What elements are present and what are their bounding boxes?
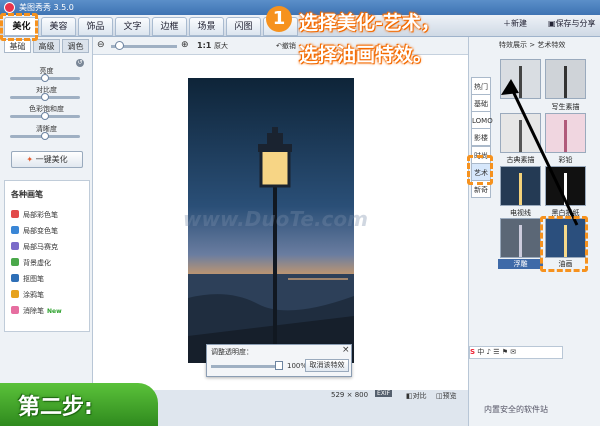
brush-label: 抠图笔: [23, 275, 44, 283]
app-logo-icon: [4, 2, 15, 13]
category-hot[interactable]: 热门: [471, 77, 491, 95]
sharpness-slider[interactable]: [10, 132, 80, 140]
new-button[interactable]: ＋新建: [503, 18, 527, 29]
blur-icon: [11, 258, 19, 266]
effect-label-emboss: 浮雕: [498, 259, 543, 269]
recolor-pen-icon: [11, 226, 19, 234]
brush-title: 各种画笔: [11, 190, 43, 199]
highlight-beautify-tab: [0, 13, 38, 41]
new-label: 新建: [511, 19, 527, 28]
brush-cutout[interactable]: 抠图笔: [11, 274, 44, 284]
original-size-label[interactable]: 原大: [214, 41, 228, 51]
brush-label: 局部变色笔: [23, 227, 58, 235]
window-title: 美图秀秀 3.5.0: [19, 3, 74, 12]
callout-line-1: 选择美化-艺术，: [299, 12, 440, 34]
exif-badge[interactable]: EXIF: [375, 390, 393, 397]
save-icon: ▣: [548, 19, 556, 28]
image-size: 529 × 800: [331, 391, 368, 399]
category-lomo[interactable]: LOMO: [471, 111, 493, 129]
eraser-icon: [11, 306, 19, 314]
tab-frame[interactable]: 边框: [152, 17, 187, 36]
step-number-badge: 1: [266, 6, 292, 32]
category-basic[interactable]: 基础: [471, 94, 491, 112]
tray-s-icon: S: [470, 348, 476, 356]
tab-beauty[interactable]: 美容: [41, 17, 76, 36]
brush-label: 涂鸦笔: [23, 291, 44, 299]
brush-eraser[interactable]: 消除笔 New: [11, 306, 62, 316]
doodle-pen-icon: [11, 290, 19, 298]
opacity-slider[interactable]: [211, 365, 281, 368]
brush-label: 局部马赛克: [23, 243, 58, 251]
preview-button[interactable]: ◫预览: [436, 391, 457, 401]
brush-label: 消除笔: [23, 307, 44, 315]
color-pen-icon: [11, 210, 19, 218]
save-share-label: 保存与分享: [555, 19, 596, 28]
mosaic-icon: [11, 242, 19, 250]
tab-flash[interactable]: 闪图: [226, 17, 261, 36]
zoom-in-icon[interactable]: ⊕: [181, 40, 189, 50]
left-panel: 基础 高级 调色 ↺ 亮度 对比度 色彩饱和度 清晰度 ✦ 一键美化 各种画笔 …: [0, 37, 93, 426]
watermark-site: 内置安全的软件站: [484, 405, 548, 414]
magic-icon: ✦: [26, 155, 34, 164]
preview-label: 预览: [442, 392, 457, 400]
cutout-icon: [11, 274, 19, 282]
brightness-slider[interactable]: [10, 74, 80, 82]
subtab-advanced[interactable]: 高级: [33, 39, 60, 53]
step-label: 第二步:: [18, 395, 93, 420]
subtab-basic[interactable]: 基础: [4, 39, 31, 53]
brush-color-pen[interactable]: 局部彩色笔: [11, 210, 58, 220]
preview-icon: ◫: [436, 392, 443, 400]
one-key-beautify-button[interactable]: ✦ 一键美化: [11, 151, 83, 168]
new-badge: New: [47, 308, 62, 315]
brush-recolor-pen[interactable]: 局部变色笔: [11, 226, 58, 236]
slider-knob[interactable]: [41, 93, 49, 101]
actual-size-ratio[interactable]: 1:1: [197, 41, 211, 50]
saturation-slider[interactable]: [10, 112, 80, 120]
size-separator: ×: [346, 391, 353, 399]
category-studio[interactable]: 影楼: [471, 128, 491, 146]
opacity-slider-knob[interactable]: [275, 361, 283, 370]
tab-accessory[interactable]: 饰品: [78, 17, 113, 36]
watermark: www.DuoTe.com: [183, 207, 368, 231]
brush-label: 背景虚化: [23, 259, 51, 267]
compare-button[interactable]: ◧对比: [406, 391, 427, 401]
tab-text[interactable]: 文字: [115, 17, 150, 36]
zoom-slider-knob[interactable]: [115, 41, 124, 50]
save-share-button[interactable]: ▣保存与分享: [548, 18, 596, 29]
cancel-effect-button[interactable]: 取消该特效: [305, 359, 349, 372]
opacity-dialog-title: 调整透明度：: [211, 348, 253, 356]
opacity-dialog: 调整透明度： × 100% 取消该特效: [206, 344, 352, 377]
undo-button[interactable]: ↶撤销: [276, 41, 296, 51]
arrow-to-oil-icon: [501, 79, 579, 226]
image-width: 529: [331, 391, 345, 399]
effects-breadcrumb: 特效展示 > 艺术特效: [499, 41, 566, 49]
tab-scene[interactable]: 场景: [189, 17, 224, 36]
slider-knob[interactable]: [41, 74, 49, 82]
compare-label: 对比: [412, 392, 427, 400]
tray-toolbar: S 中 ♪ ☰ ⚑ ✉: [469, 346, 563, 359]
undo-label: 撤销: [281, 42, 296, 50]
image-height: 800: [354, 391, 369, 399]
contrast-slider[interactable]: [10, 93, 80, 101]
brush-doodle[interactable]: 涂鸦笔: [11, 290, 44, 300]
highlight-art-category: [467, 155, 493, 185]
one-key-label: 一键美化: [35, 155, 68, 164]
plus-icon: ＋: [503, 19, 511, 28]
brush-blur-background[interactable]: 背景虚化: [11, 258, 51, 268]
highlight-oil-effect: [540, 216, 588, 272]
close-icon[interactable]: ×: [342, 345, 350, 355]
callout-line-2: 选择油画特效。: [299, 44, 433, 66]
subtab-color[interactable]: 调色: [62, 39, 89, 53]
zoom-out-icon[interactable]: ⊖: [97, 40, 105, 50]
brush-label: 局部彩色笔: [23, 211, 58, 219]
brush-panel: 各种画笔 局部彩色笔 局部变色笔 局部马赛克 背景虚化 抠图笔 涂鸦笔 消除笔 N…: [4, 180, 90, 332]
brush-mosaic[interactable]: 局部马赛克: [11, 242, 58, 252]
compare-icon: ◧: [406, 392, 413, 400]
slider-knob[interactable]: [41, 112, 49, 120]
opacity-percent: 100%: [287, 362, 308, 370]
slider-knob[interactable]: [41, 132, 49, 140]
step-banner: 第二步:: [0, 383, 158, 426]
